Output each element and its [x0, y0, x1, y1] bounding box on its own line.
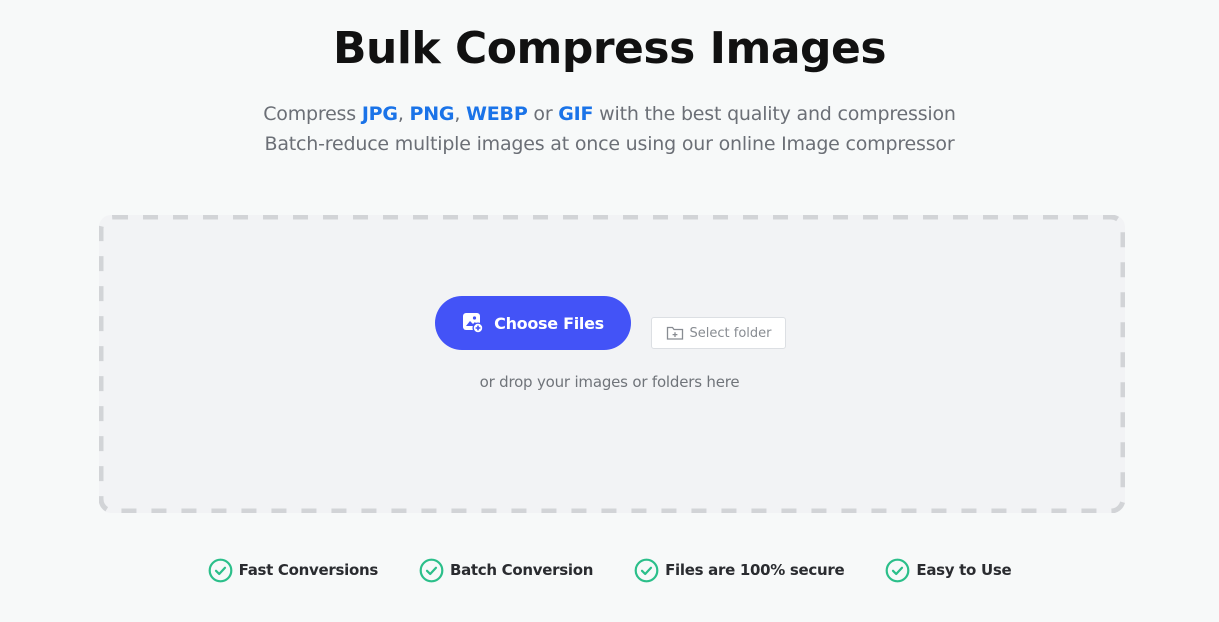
format-webp: WEBP [466, 103, 528, 125]
feature-item: Files are 100% secure [634, 557, 845, 583]
feature-label: Files are 100% secure [665, 561, 845, 579]
check-circle-icon [885, 558, 910, 583]
format-gif: GIF [558, 103, 594, 125]
feature-label: Batch Conversion [449, 561, 594, 579]
feature-item: Batch Conversion [419, 557, 593, 583]
check-circle-icon [208, 558, 233, 583]
page-title: Bulk Compress Images [332, 23, 887, 74]
subtitle-line-2: Batch-reduce multiple images at once usi… [264, 133, 955, 155]
check-circle-icon [419, 558, 444, 583]
select-folder-button[interactable]: Select folder [651, 317, 786, 349]
folder-add-icon [666, 325, 684, 341]
page-subtitle: Compress JPG, PNG, WEBP or GIF with the … [0, 99, 1219, 159]
feature-item: Fast Conversions [208, 557, 378, 583]
select-folder-label: Select folder [689, 325, 772, 341]
subtitle-separator: or [527, 103, 559, 125]
subtitle-separator: , [397, 103, 410, 125]
page: Bulk Compress Images Compress JPG, PNG, … [0, 0, 1219, 622]
drop-zone[interactable] [99, 215, 1125, 513]
drop-hint: or drop your images or folders here [479, 373, 740, 391]
subtitle-line-1: Compress JPG, PNG, WEBP or GIF with the … [0, 99, 1219, 129]
feature-label: Easy to Use [916, 561, 1012, 579]
choose-files-label: Choose Files [494, 313, 604, 333]
feature-item: Easy to Use [885, 557, 1012, 583]
format-png: PNG [409, 103, 455, 125]
choose-files-button[interactable]: Choose Files [435, 296, 631, 350]
features-list: Fast Conversions Batch Conversion Files … [0, 557, 1219, 583]
subtitle-text: with the best quality and compression [593, 103, 956, 125]
check-circle-icon [634, 558, 659, 583]
image-add-icon [462, 312, 484, 334]
subtitle-text: Compress [263, 103, 362, 125]
format-jpg: JPG [361, 103, 398, 125]
subtitle-separator: , [454, 103, 467, 125]
feature-label: Fast Conversions [238, 561, 379, 579]
drop-zone-dashed-border [99, 215, 1125, 513]
